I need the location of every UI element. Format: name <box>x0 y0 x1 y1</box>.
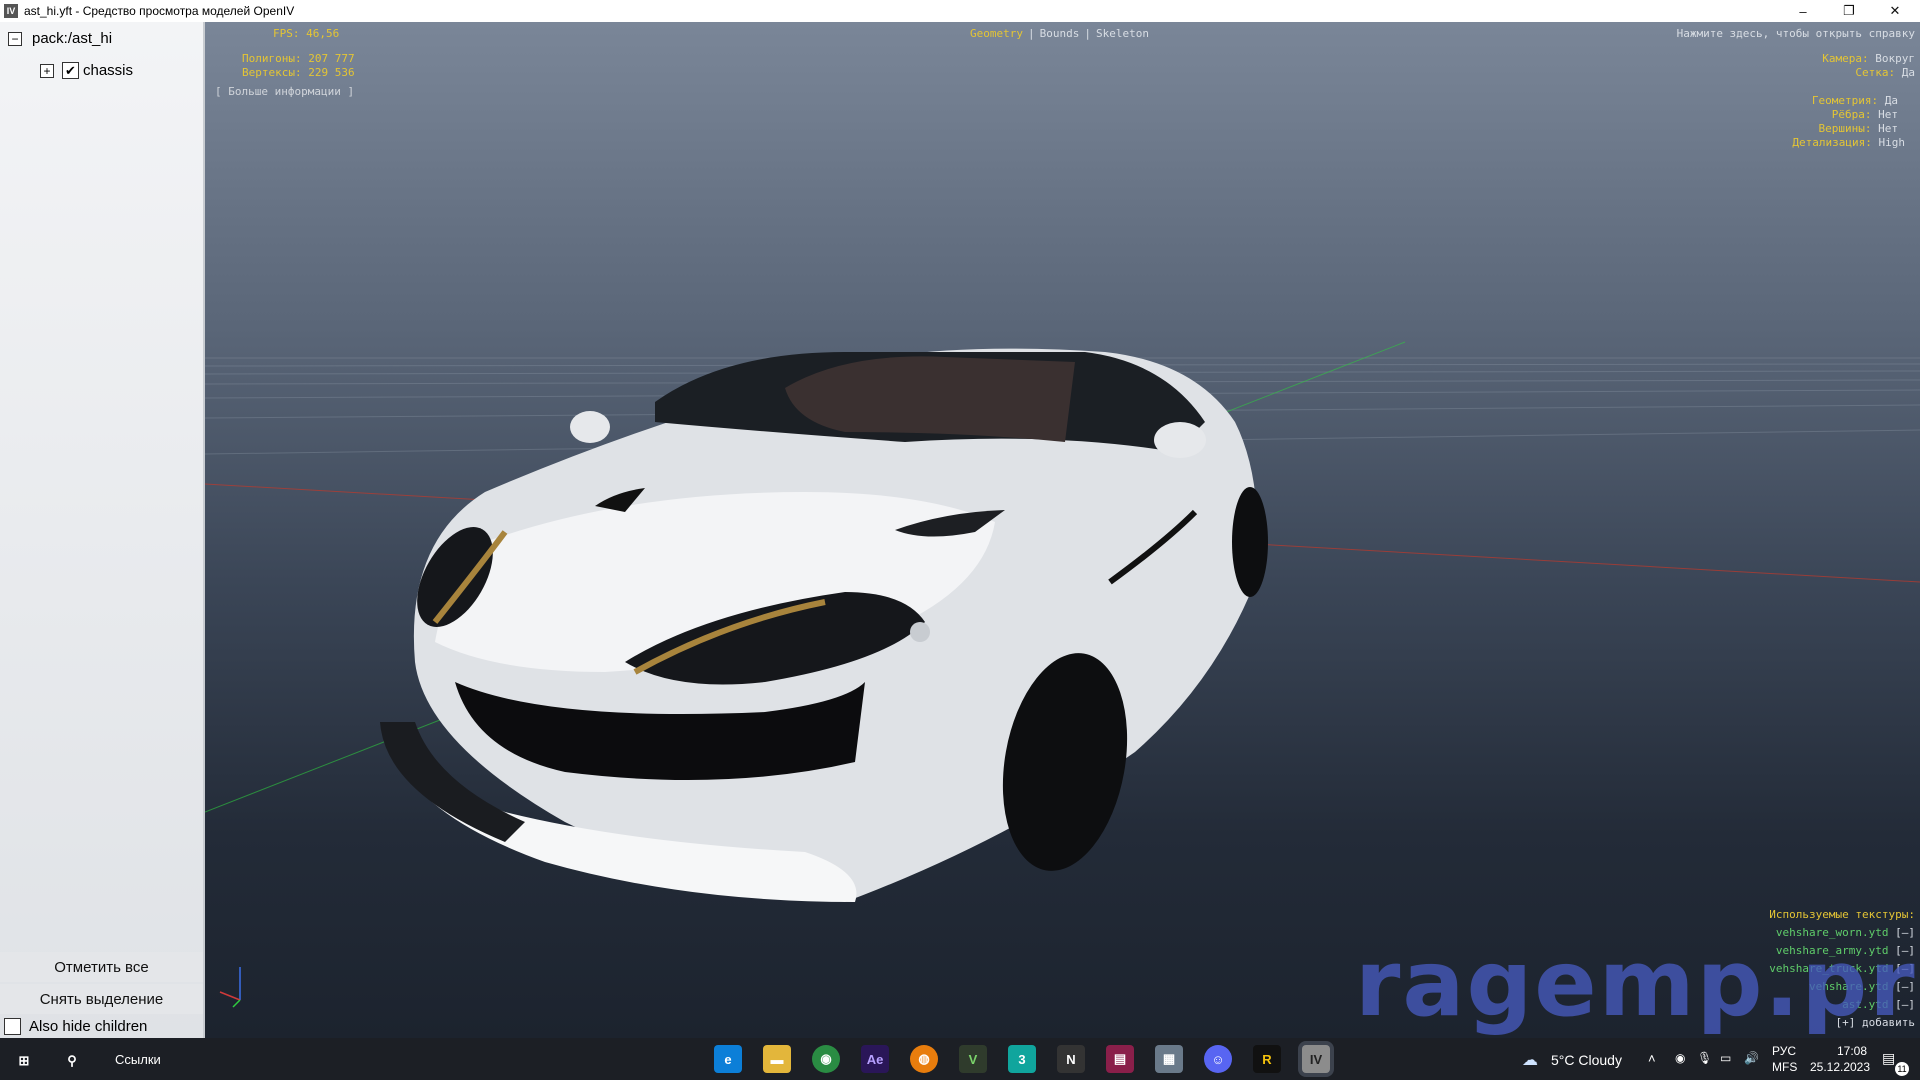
discord-icon[interactable]: ☺ <box>1204 1045 1232 1073</box>
winrar-icon[interactable]: ▤ <box>1106 1045 1134 1073</box>
mode-separator: | <box>1084 27 1091 40</box>
geometry-row[interactable]: Геометрия: Да <box>1812 94 1898 107</box>
title-bar: IV ast_hi.yft - Средство просмотра модел… <box>0 0 1920 23</box>
detail-row[interactable]: Детализация: High <box>1792 136 1905 149</box>
after-effects-icon[interactable]: Ae <box>861 1045 889 1073</box>
minimize-button[interactable]: – <box>1780 0 1826 22</box>
file-explorer-icon[interactable]: ▬ <box>763 1045 791 1073</box>
notification-icon[interactable]: ▤ <box>1882 1050 1895 1067</box>
tray-chevron-icon[interactable]: ˄ <box>1648 1051 1656 1066</box>
clock-time[interactable]: 17:08 <box>1822 1044 1882 1058</box>
weather-text[interactable]: 5°C Cloudy <box>1551 1052 1622 1068</box>
grid-row[interactable]: Сетка: Да <box>1855 66 1915 79</box>
model-tree-panel: − pack:/ast_hi + ✔ chassis Отметить все … <box>0 22 205 1038</box>
nvidia-icon[interactable]: N <box>1057 1045 1085 1073</box>
cloud-icon[interactable]: ☁ <box>1522 1050 1538 1070</box>
help-link[interactable]: Нажмите здесь, чтобы открыть справку <box>1677 27 1915 40</box>
fps-counter: FPS: 46,56 <box>273 27 340 40</box>
photos-icon[interactable]: ▦ <box>1155 1045 1183 1073</box>
axis-gizmo <box>219 967 241 1008</box>
language-indicator[interactable]: РУС <box>1772 1044 1796 1058</box>
links-toolbar[interactable]: Ссылки <box>115 1052 161 1067</box>
more-info-link[interactable]: [ Больше информации ] <box>215 85 354 98</box>
collapse-icon[interactable]: − <box>8 31 22 46</box>
blender-icon[interactable]: ◍ <box>910 1045 938 1073</box>
select-all-button[interactable]: Отметить все <box>0 952 203 982</box>
camera-row[interactable]: Камера: Вокруг <box>1822 52 1915 65</box>
chassis-checkbox[interactable]: ✔ <box>62 62 79 79</box>
volume-icon[interactable]: 🔊 <box>1744 1051 1759 1065</box>
tree-item-chassis[interactable]: + ✔ chassis <box>40 62 133 79</box>
close-button[interactable]: ✕ <box>1872 0 1918 22</box>
3d-viewport[interactable]: FPS: 46,56 Полигоны: 207 777 Вертексы: 2… <box>205 22 1920 1038</box>
window-title: ast_hi.yft - Средство просмотра моделей … <box>24 4 295 18</box>
also-hide-label: Also hide children <box>29 1018 148 1035</box>
expand-icon[interactable]: + <box>40 63 54 78</box>
textures-title: Используемые текстуры: <box>1769 908 1915 921</box>
edge-icon[interactable]: e <box>714 1045 742 1073</box>
notification-badge: 11 <box>1895 1062 1909 1076</box>
clock-date[interactable]: 25.12.2023 <box>1805 1060 1875 1074</box>
tree-root-label: pack:/ast_hi <box>32 30 113 47</box>
mic-icon[interactable]: 🎙 <box>1697 1051 1712 1065</box>
car-model <box>380 348 1268 903</box>
edges-row[interactable]: Рёбра: Нет <box>1832 108 1898 121</box>
mode-skeleton[interactable]: Skeleton <box>1096 27 1149 40</box>
openiv-taskbar-icon[interactable]: IV <box>1302 1045 1330 1073</box>
openiv-icon: IV <box>4 4 18 18</box>
vertices-row[interactable]: Вершины: Нет <box>1819 122 1898 135</box>
rockstar-icon[interactable]: R <box>1253 1045 1281 1073</box>
3dsmax-icon[interactable]: 3 <box>1008 1045 1036 1073</box>
chrome-icon[interactable]: ◉ <box>812 1045 840 1073</box>
windows-start-icon[interactable]: ⊞ <box>10 1047 38 1075</box>
also-hide-children-row[interactable]: Also hide children <box>4 1018 147 1035</box>
network-icon[interactable]: ▭ <box>1720 1051 1731 1065</box>
also-hide-checkbox[interactable] <box>4 1018 21 1035</box>
scene-render <box>205 341 1920 1008</box>
vertex-count: Вертексы: 229 536 <box>242 66 355 79</box>
mode-separator: | <box>1027 27 1035 40</box>
camera-tray-icon[interactable]: ◉ <box>1675 1051 1685 1065</box>
restore-button[interactable]: ❐ <box>1826 0 1872 22</box>
keyboard-layout[interactable]: MFS <box>1772 1060 1797 1074</box>
tree-root[interactable]: − pack:/ast_hi <box>8 30 112 47</box>
mode-bounds[interactable]: Bounds <box>1040 27 1080 40</box>
tree-item-label: chassis <box>83 62 134 79</box>
polygon-count: Полигоны: 207 777 <box>242 52 355 65</box>
vegas-icon[interactable]: V <box>959 1045 987 1073</box>
deselect-button[interactable]: Снять выделение <box>0 984 203 1014</box>
search-icon[interactable]: ⚲ <box>58 1047 86 1075</box>
view-mode-switch: Geometry | Bounds | Skeleton <box>970 27 1149 40</box>
mode-geometry[interactable]: Geometry <box>970 27 1023 40</box>
watermark: ragemp.pro <box>1355 930 1920 1037</box>
